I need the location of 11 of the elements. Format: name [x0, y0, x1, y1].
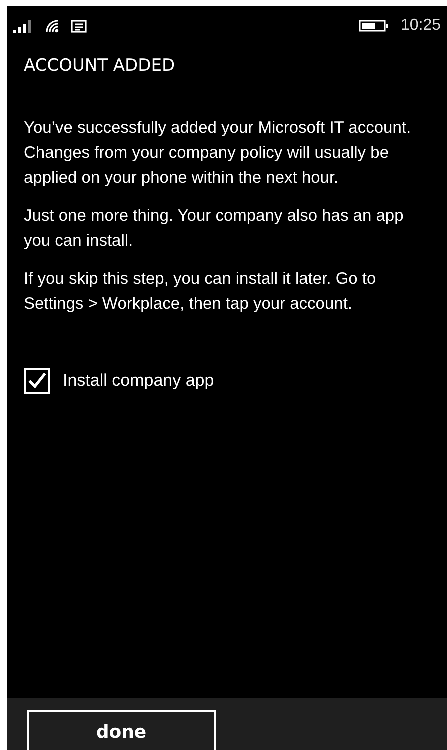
wifi-icon: [45, 19, 61, 33]
message-paragraph: You’ve successfully added your Microsoft IT account. Changes from your company policy will usually be applied on your phone within the next hour.: [24, 118, 412, 189]
message-paragraph: Just one more thing. Your company also has an app you can install.: [24, 206, 405, 252]
message-paragraph: If you skip this step, you can install it later. Go to Settings > Workplace, then tap your account.: [24, 269, 378, 315]
checkbox-label: Install company app: [63, 371, 214, 391]
message-icon: [71, 20, 87, 32]
battery-icon: [358, 20, 389, 32]
clock-time: 10:25: [400, 17, 441, 35]
page-title: ACCOUNT ADDED: [24, 56, 176, 76]
done-button[interactable]: done: [27, 710, 216, 750]
checkbox[interactable]: [24, 368, 50, 394]
